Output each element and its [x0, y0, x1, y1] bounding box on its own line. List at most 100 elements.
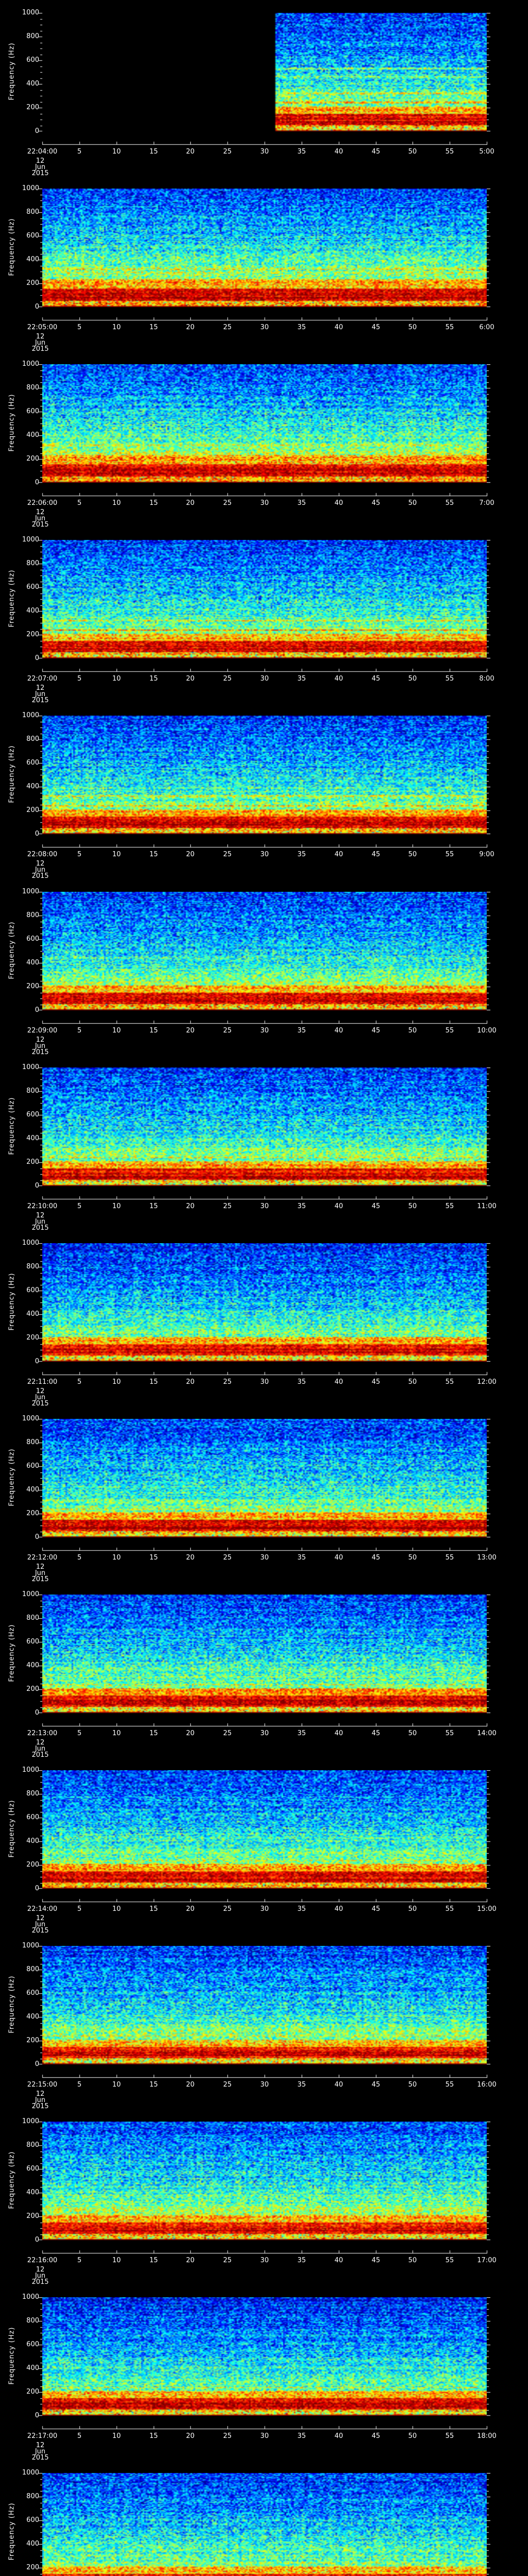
spectrogram-panel: Frequency (Hz)1000800600400200022:11:005… [0, 1240, 528, 1419]
x-tick-label: 35 [297, 499, 306, 507]
x-tick-label: 15 [149, 2081, 158, 2089]
x-tick-label: 45 [371, 1730, 381, 1737]
x-tick-label: 25 [223, 2257, 232, 2264]
x-tick-label: 35 [297, 675, 306, 683]
spectrogram-panel: Frequency (Hz)1000800600400200022:05:005… [0, 185, 528, 364]
x-tick-label: 30 [260, 148, 269, 156]
x-tick-label: 20 [186, 1554, 195, 1562]
x-tick-label: 10 [112, 1378, 121, 1386]
spectrogram-panel: Frequency (Hz)1000800600400200022:13:005… [0, 1591, 528, 1770]
x-end-time-label: 6:00 [479, 324, 494, 331]
x-tick-label: 35 [297, 851, 306, 858]
x-end-time-label: 18:00 [477, 2432, 497, 2440]
y-axis-title: Frequency (Hz) [8, 569, 16, 628]
x-tick-label: 5 [77, 851, 82, 858]
x-tick-label: 40 [334, 2432, 343, 2440]
x-start-time-label: 22:11:00 [27, 1378, 58, 1386]
x-tick-label: 40 [334, 1730, 343, 1737]
x-tick-label: 50 [408, 1202, 417, 1210]
x-tick-label: 35 [297, 2257, 306, 2264]
x-tick-label: 40 [334, 1202, 343, 1210]
spectrogram-panel: Frequency (Hz)1000800600400200022:14:005… [0, 1767, 528, 1946]
x-tick-label: 55 [445, 2257, 454, 2264]
x-tick-label: 40 [334, 499, 343, 507]
x-tick-label: 45 [371, 1027, 381, 1035]
x-tick-label: 55 [445, 2432, 454, 2440]
x-tick-label: 5 [77, 2081, 82, 2089]
spectrogram-canvas [31, 716, 497, 848]
spectrogram-panel: Frequency (Hz)1000800600400200022:12:005… [0, 1415, 528, 1595]
x-tick-label: 45 [371, 2081, 381, 2089]
x-tick-label: 25 [223, 675, 232, 683]
x-tick-label: 15 [149, 1202, 158, 1210]
spectrogram-canvas [31, 1770, 497, 1903]
x-end-time-label: 10:00 [477, 1027, 497, 1035]
x-tick-label: 55 [445, 499, 454, 507]
x-end-time-label: 7:00 [479, 499, 494, 507]
spectrogram-panel: Frequency (Hz)1000800600400200022:06:005… [0, 361, 528, 540]
spectrogram-stack: Frequency (Hz)1000800600400200022:04:005… [0, 0, 528, 2576]
x-tick-label: 45 [371, 499, 381, 507]
x-start-time-label: 22:13:00 [27, 1730, 58, 1737]
y-axis-title: Frequency (Hz) [8, 218, 16, 276]
x-tick-label: 40 [334, 2081, 343, 2089]
x-tick-label: 5 [77, 324, 82, 331]
x-tick-label: 20 [186, 1905, 195, 1913]
spectrogram-canvas [31, 1946, 497, 2078]
spectrogram-canvas [31, 13, 497, 145]
x-tick-label: 20 [186, 2081, 195, 2089]
x-tick-label: 50 [408, 2432, 417, 2440]
spectrogram-canvas [31, 2122, 497, 2254]
x-tick-label: 40 [334, 1027, 343, 1035]
x-tick-label: 10 [112, 851, 121, 858]
x-tick-label: 45 [371, 2432, 381, 2440]
x-tick-label: 45 [371, 1378, 381, 1386]
x-tick-label: 55 [445, 324, 454, 331]
y-axis-title: Frequency (Hz) [8, 1448, 16, 1506]
x-tick-label: 10 [112, 324, 121, 331]
x-end-time-label: 15:00 [477, 1905, 497, 1913]
x-tick-label: 40 [334, 2257, 343, 2264]
spectrogram-panel: Frequency (Hz)1000800600400200022:17:005… [0, 2294, 528, 2473]
spectrogram-panel: Frequency (Hz)1000800600400200022:09:005… [0, 888, 528, 1067]
x-tick-label: 50 [408, 1378, 417, 1386]
x-tick-label: 25 [223, 1202, 232, 1210]
spectrogram-panel: Frequency (Hz)1000800600400200022:18:005… [0, 2469, 528, 2576]
x-tick-label: 15 [149, 1905, 158, 1913]
spectrogram-panel: Frequency (Hz)1000800600400200022:07:005… [0, 536, 528, 716]
x-tick-label: 25 [223, 499, 232, 507]
date-line: 2015 [31, 2278, 49, 2286]
x-tick-label: 5 [77, 148, 82, 156]
x-tick-label: 50 [408, 2257, 417, 2264]
x-tick-label: 30 [260, 2432, 269, 2440]
spectrogram-canvas [31, 2297, 497, 2430]
x-start-time-label: 22:07:00 [27, 675, 58, 683]
x-tick-label: 50 [408, 1730, 417, 1737]
y-axis-title: Frequency (Hz) [8, 921, 16, 979]
x-end-time-label: 9:00 [479, 851, 494, 858]
x-start-time-label: 22:15:00 [27, 2081, 58, 2089]
x-tick-label: 15 [149, 2432, 158, 2440]
x-tick-label: 20 [186, 675, 195, 683]
spectrogram-canvas [31, 1419, 497, 1551]
x-tick-label: 15 [149, 2257, 158, 2264]
x-tick-label: 35 [297, 1554, 306, 1562]
x-tick-label: 50 [408, 851, 417, 858]
x-tick-label: 25 [223, 851, 232, 858]
x-start-time-label: 22:04:00 [27, 148, 58, 156]
x-tick-label: 30 [260, 324, 269, 331]
x-tick-label: 35 [297, 2432, 306, 2440]
x-tick-label: 5 [77, 1554, 82, 1562]
x-start-time-label: 22:17:00 [27, 2432, 58, 2440]
x-tick-label: 35 [297, 1905, 306, 1913]
x-tick-label: 45 [371, 1554, 381, 1562]
x-tick-label: 45 [371, 675, 381, 683]
x-tick-label: 5 [77, 2257, 82, 2264]
x-tick-label: 45 [371, 148, 381, 156]
x-tick-label: 50 [408, 675, 417, 683]
spectrogram-panel: Frequency (Hz)1000800600400200022:16:005… [0, 2118, 528, 2297]
y-axis-title: Frequency (Hz) [8, 2151, 16, 2209]
x-tick-label: 20 [186, 1027, 195, 1035]
x-tick-label: 10 [112, 1730, 121, 1737]
x-tick-label: 15 [149, 324, 158, 331]
